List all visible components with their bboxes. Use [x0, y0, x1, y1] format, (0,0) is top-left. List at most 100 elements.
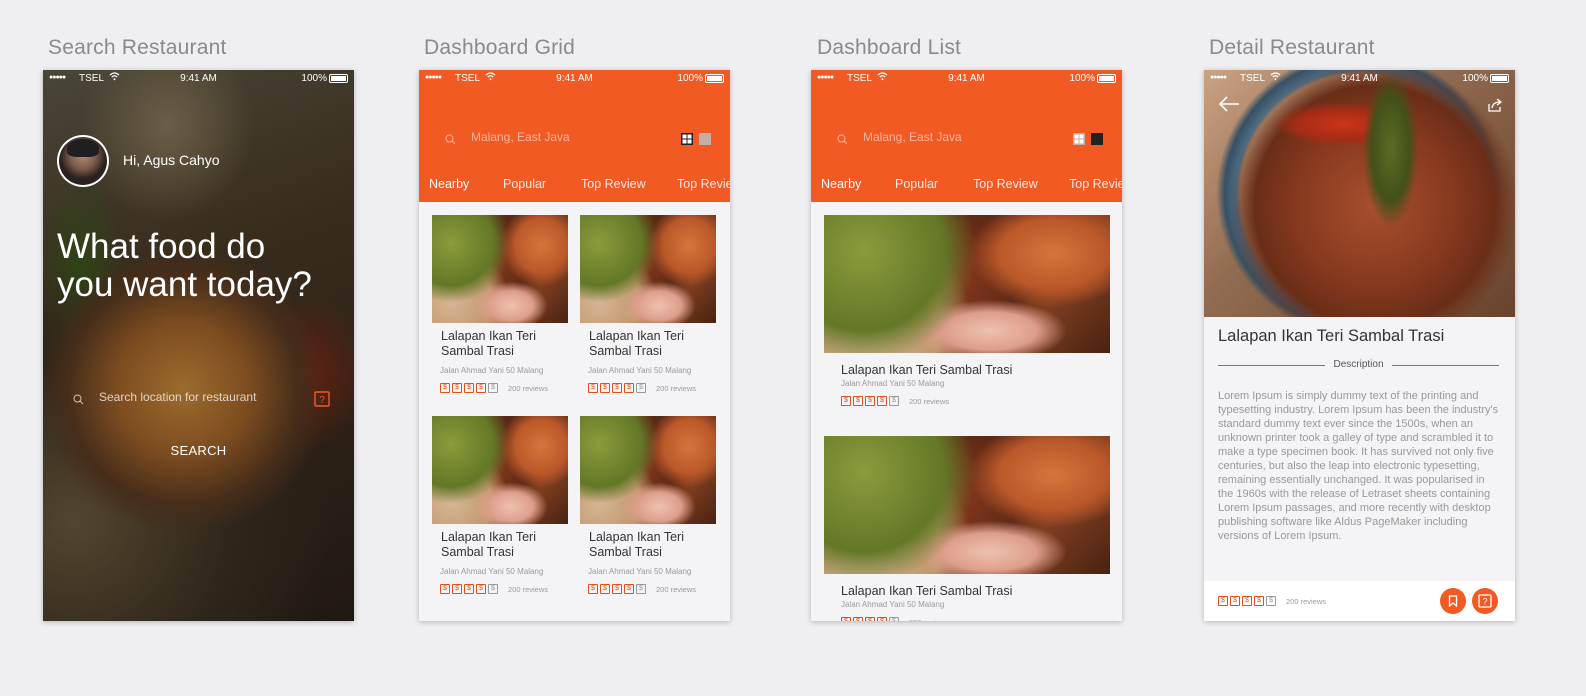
bookmark-button[interactable]: [1440, 588, 1466, 614]
star-icon: $: [624, 584, 634, 594]
description-divider: Description: [1218, 358, 1499, 372]
star-icon: $: [440, 383, 450, 393]
star-icon: $: [588, 584, 598, 594]
search-restaurant-screen: ●●●●● TSEL 9:41 AM 100% Hi, Agus Cahyo W…: [43, 70, 354, 621]
restaurant-image: [824, 215, 1110, 353]
dashboard-grid-screen: ●●●●● TSEL 9:41 AM 100% Malang, East Jav…: [419, 70, 730, 621]
restaurant-image: [432, 416, 568, 524]
dashboard-list-screen: ●●●●● TSEL 9:41 AM 100% Malang, East Jav…: [811, 70, 1122, 621]
restaurant-card[interactable]: Lalapan Ikan Teri Sambal Trasi Jalan Ahm…: [824, 215, 1110, 406]
rating: $$$$$ 200 reviews: [440, 383, 568, 393]
star-icon: $: [865, 396, 875, 406]
star-icon: $: [612, 383, 622, 393]
star-icon: $: [488, 383, 498, 393]
status-bar: ●●●●● TSEL 9:41 AM 100%: [43, 70, 354, 88]
rating: $$$$$ 200 reviews: [440, 584, 568, 594]
rating: $$$$$ 200 reviews: [841, 396, 1110, 406]
tab-nearby[interactable]: Nearby: [821, 177, 861, 191]
star-icon: $: [853, 617, 863, 621]
star-icon: $: [1254, 596, 1264, 606]
review-count: 200 reviews: [656, 383, 697, 393]
location-search[interactable]: Malang, East Java: [835, 130, 1105, 146]
restaurant-card[interactable]: Lalapan Ikan Teri Sambal Trasi Jalan Ahm…: [824, 436, 1110, 621]
star-icon: $: [877, 617, 887, 621]
restaurant-name: Lalapan Ikan Teri Sambal Trasi: [441, 329, 536, 358]
screen-title-dashboard-grid: Dashboard Grid: [424, 36, 576, 59]
header-bar: ●●●●● TSEL 9:41 AM 100% Malang, East Jav…: [811, 70, 1122, 202]
rating: $$$$$ 200 reviews: [1218, 596, 1326, 606]
restaurant-card[interactable]: Lalapan Ikan Teri Sambal Trasi Jalan Ahma…: [432, 416, 568, 594]
restaurant-image: [432, 215, 568, 323]
restaurant-name: Lalapan Ikan Teri Sambal Trasi: [1218, 327, 1445, 345]
review-count: 200 reviews: [909, 618, 949, 622]
avatar[interactable]: [57, 135, 109, 187]
battery-percent: 100%: [1462, 73, 1488, 84]
tab-nearby[interactable]: Nearby: [429, 177, 469, 191]
rating: $$$$$ 200 reviews: [841, 617, 1110, 621]
star-icon: $: [612, 584, 622, 594]
location-search[interactable]: Malang, East Java: [443, 130, 713, 146]
review-count: 200 reviews: [508, 584, 549, 594]
star-icon: $: [841, 396, 851, 406]
star-icon: $: [624, 383, 634, 393]
star-icon: $: [1230, 596, 1240, 606]
view-toggle[interactable]: [1073, 132, 1103, 150]
tab-popular[interactable]: Popular: [503, 177, 546, 191]
search-icon: [837, 132, 848, 150]
search-input[interactable]: Search location for restaurant: [99, 390, 256, 404]
battery-icon: [705, 74, 724, 83]
location-icon[interactable]: ?: [314, 391, 330, 412]
restaurant-name: Lalapan Ikan Teri Sambal Trasi: [589, 329, 684, 358]
star-icon: $: [452, 383, 462, 393]
review-count: 200 reviews: [1286, 596, 1327, 606]
star-icon: $: [636, 383, 646, 393]
share-icon[interactable]: [1487, 98, 1503, 118]
star-icon: $: [464, 383, 474, 393]
restaurant-card[interactable]: Lalapan Ikan Teri Sambal Trasi Jalan Ahma…: [432, 215, 568, 393]
tab-top-review[interactable]: Top Review: [581, 177, 646, 191]
svg-text:?: ?: [1482, 597, 1487, 607]
location-icon: ?: [1478, 594, 1492, 608]
headline-line-1: What food do: [57, 227, 266, 266]
star-icon: $: [452, 584, 462, 594]
star-icon: $: [889, 617, 899, 621]
restaurant-card[interactable]: Lalapan Ikan Teri Sambal Trasi Jalan Ahma…: [580, 215, 716, 393]
status-bar: ●●●●● TSEL 9:41 AM 100%: [1204, 70, 1515, 88]
grid-view-icon: [681, 133, 693, 145]
grid-view-icon: [1073, 133, 1085, 145]
star-icon: $: [464, 584, 474, 594]
description-text: Lorem Ipsum is simply dummy text of the …: [1218, 390, 1499, 542]
restaurant-address: Jalan Ahmad Yani 50 Malang: [841, 379, 945, 388]
review-count: 200 reviews: [656, 584, 697, 594]
search-icon: [73, 392, 84, 410]
review-count: 200 reviews: [508, 383, 549, 393]
greeting-text: Hi, Agus Cahyo: [123, 152, 220, 168]
location-button[interactable]: ?: [1472, 588, 1498, 614]
restaurant-address: Jalan Ahmad Yani 50 Malang: [588, 366, 692, 375]
restaurant-hero-image: [1204, 70, 1515, 317]
back-arrow-icon[interactable]: [1218, 96, 1240, 117]
battery-percent: 100%: [301, 73, 327, 84]
location-input[interactable]: Malang, East Java: [471, 130, 570, 144]
restaurant-card[interactable]: Lalapan Ikan Teri Sambal Trasi Jalan Ahma…: [580, 416, 716, 594]
tab-top-review-2[interactable]: Top Review: [677, 177, 730, 191]
status-bar: ●●●●● TSEL 9:41 AM 100%: [811, 70, 1122, 88]
star-icon: $: [588, 383, 598, 393]
restaurant-address: Jalan Ahmad Yani 50 Malang: [588, 567, 692, 576]
star-icon: $: [600, 383, 610, 393]
star-icon: $: [889, 396, 899, 406]
restaurant-name: Lalapan Ikan Teri Sambal Trasi: [441, 530, 536, 559]
tab-popular[interactable]: Popular: [895, 177, 938, 191]
search-button[interactable]: SEARCH: [43, 443, 354, 458]
rating: $$$$$ 200 reviews: [588, 383, 716, 393]
star-icon: $: [600, 584, 610, 594]
restaurant-address: Jalan Ahmad Yani 50 Malang: [440, 366, 544, 375]
tab-top-review-2[interactable]: Top Review: [1069, 177, 1122, 191]
restaurant-name: Lalapan Ikan Teri Sambal Trasi: [841, 363, 1013, 377]
star-icon: $: [877, 396, 887, 406]
battery-icon: [1490, 74, 1509, 83]
tab-top-review[interactable]: Top Review: [973, 177, 1038, 191]
list-view-icon: [699, 133, 711, 145]
location-input[interactable]: Malang, East Java: [863, 130, 962, 144]
view-toggle[interactable]: [681, 132, 711, 150]
